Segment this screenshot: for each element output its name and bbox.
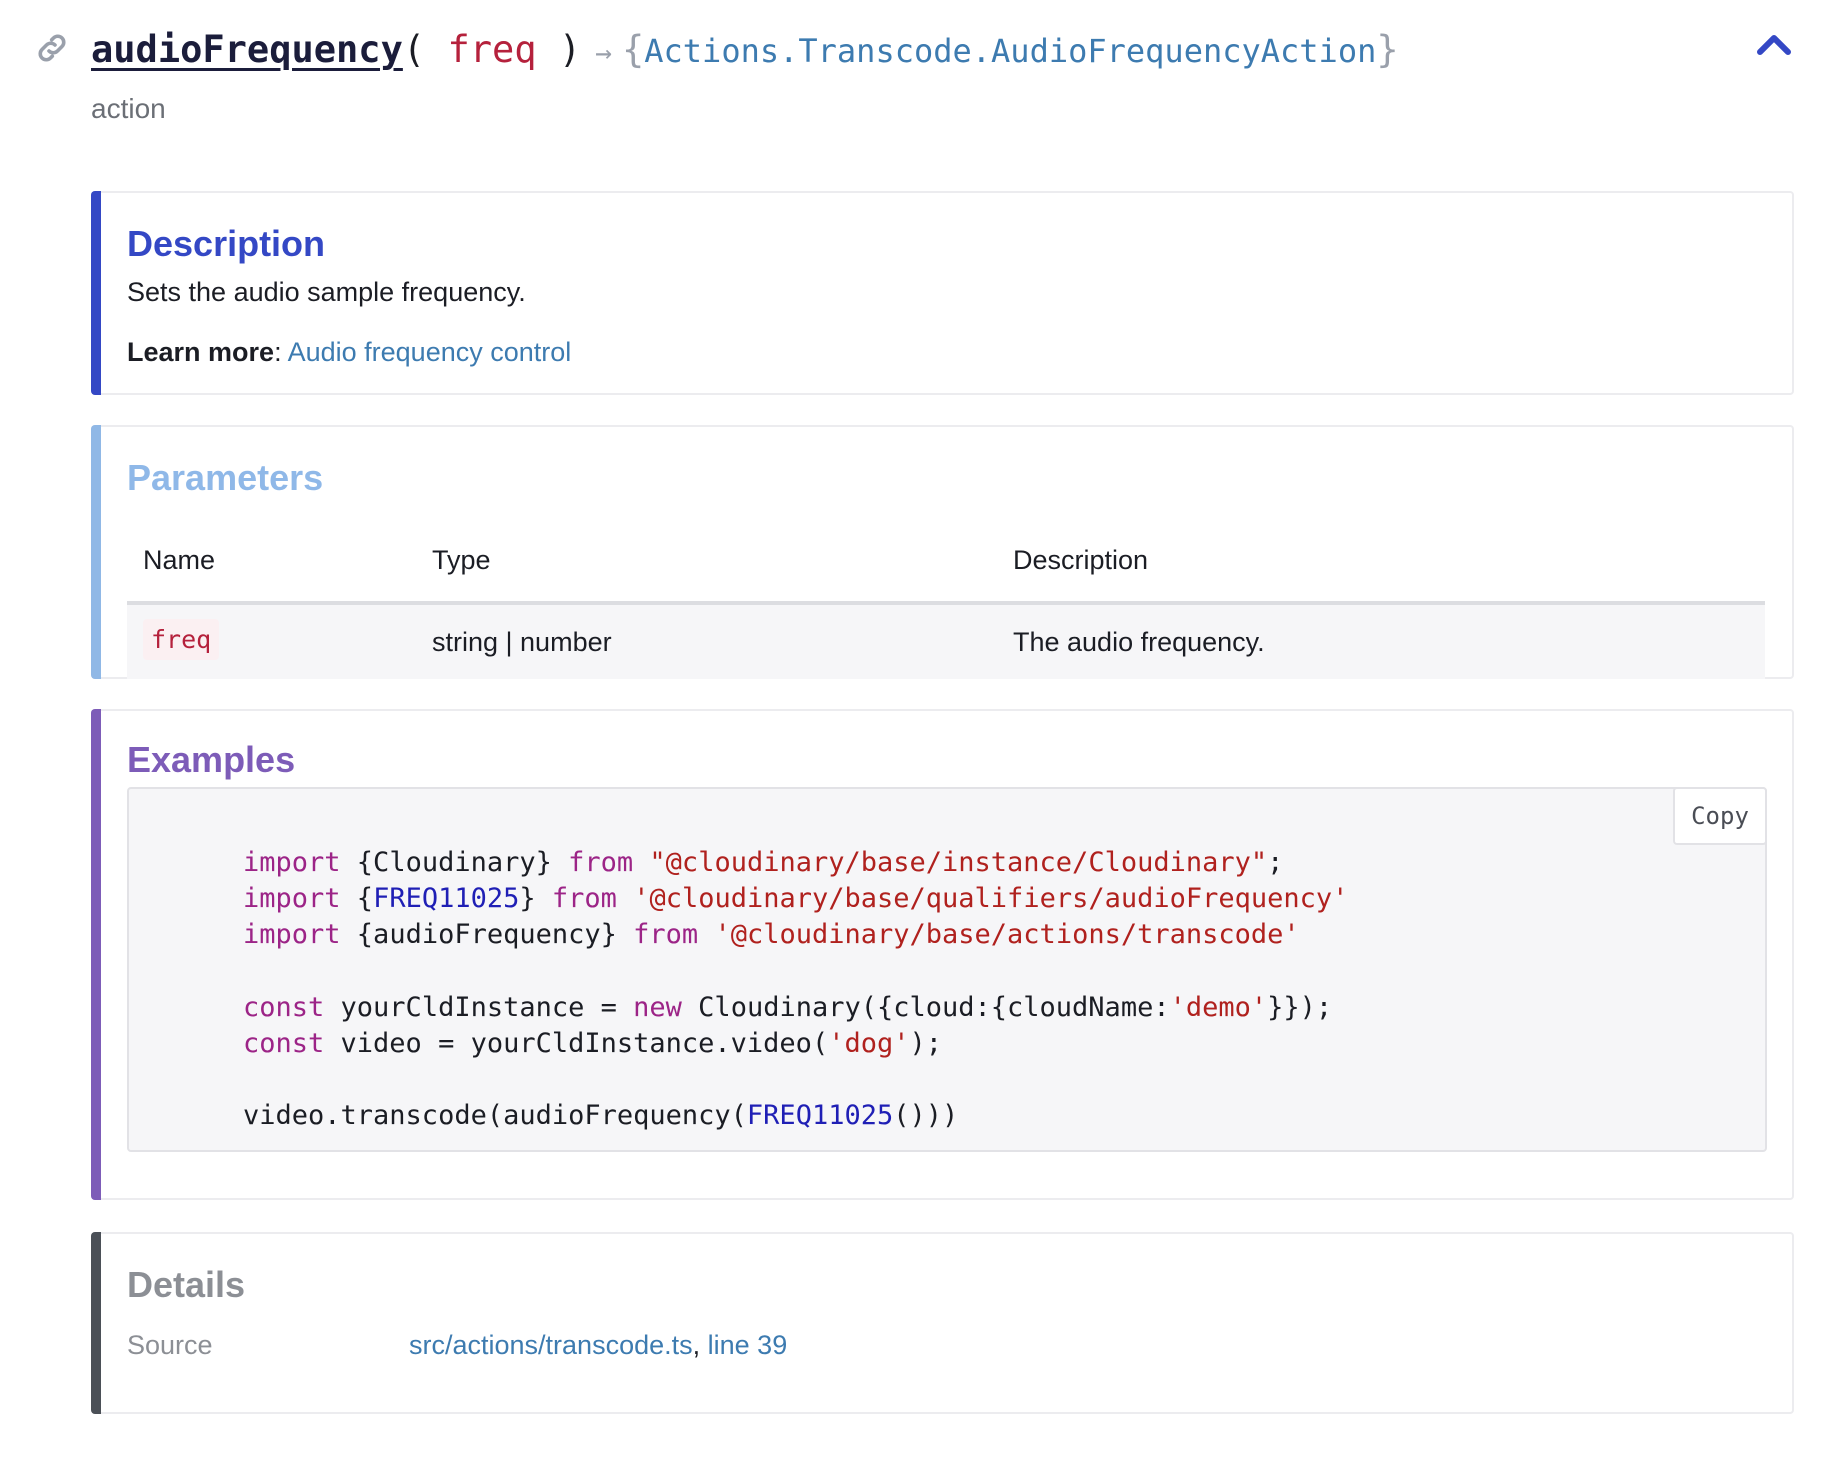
copy-button[interactable]: Copy [1673, 787, 1767, 845]
source-value: src/actions/transcode.ts, line 39 [409, 1330, 787, 1361]
parameters-table: Name Type Description freq string | numb… [127, 523, 1765, 679]
signature-param: freq [447, 28, 537, 71]
source-line-link[interactable]: line 39 [708, 1330, 788, 1360]
parameters-title: Parameters [127, 457, 324, 498]
description-card: Description Sets the audio sample freque… [91, 191, 1794, 395]
function-signature: audioFrequency( freq ) → {Actions.Transcod… [91, 26, 1399, 77]
source-sep: , [692, 1330, 701, 1360]
details-accent-bar [91, 1232, 101, 1414]
details-title: Details [127, 1264, 246, 1305]
learn-more-link[interactable]: Audio frequency control [288, 337, 572, 367]
learn-more-label: Learn more [127, 337, 275, 367]
learn-more: Learn more: Audio frequency control [127, 337, 571, 368]
link-icon[interactable] [34, 30, 70, 66]
open-paren: ( [402, 28, 426, 71]
code-content: import {Cloudinary} from "@cloudinary/ba… [243, 847, 1349, 1132]
close-paren: ) [558, 28, 582, 71]
column-header-name: Name [143, 545, 216, 575]
return-brace-close: } [1376, 28, 1399, 71]
parameters-accent-bar [91, 425, 101, 679]
description-text: Sets the audio sample frequency. [127, 277, 526, 307]
return-brace-open: { [621, 28, 645, 71]
param-type: string | number [432, 627, 612, 657]
column-header-type: Type [432, 545, 491, 575]
function-name-link[interactable]: audioFrequency [91, 28, 403, 71]
source-file-link[interactable]: src/actions/transcode.ts [409, 1330, 693, 1360]
examples-accent-bar [91, 709, 101, 1200]
table-row: freq string | number The audio frequency… [127, 605, 1765, 679]
member-kind: action [91, 93, 166, 124]
details-card: Details Source src/actions/transcode.ts,… [91, 1232, 1794, 1414]
chevron-up-icon[interactable] [1756, 32, 1792, 56]
examples-title: Examples [127, 739, 296, 780]
member-header: audioFrequency( freq ) → {Actions.Transcod… [0, 0, 1846, 140]
source-label: Source [127, 1330, 213, 1360]
param-description: The audio frequency. [1013, 627, 1265, 657]
description-accent-bar [91, 191, 101, 395]
table-header: Name Type Description [127, 523, 1765, 605]
learn-more-sep: : [274, 337, 282, 367]
description-title: Description [127, 223, 326, 264]
examples-card: Examples Copy import {Cloudinary} from "… [91, 709, 1794, 1200]
return-arrow: → [595, 36, 612, 69]
return-type: Actions.Transcode.AudioFrequencyAction [644, 32, 1377, 70]
parameters-card: Parameters Name Type Description freq st… [91, 425, 1794, 679]
column-header-description: Description [1013, 545, 1149, 575]
param-name: freq [143, 619, 220, 660]
code-block[interactable]: Copy import {Cloudinary} from "@cloudina… [127, 787, 1767, 1152]
